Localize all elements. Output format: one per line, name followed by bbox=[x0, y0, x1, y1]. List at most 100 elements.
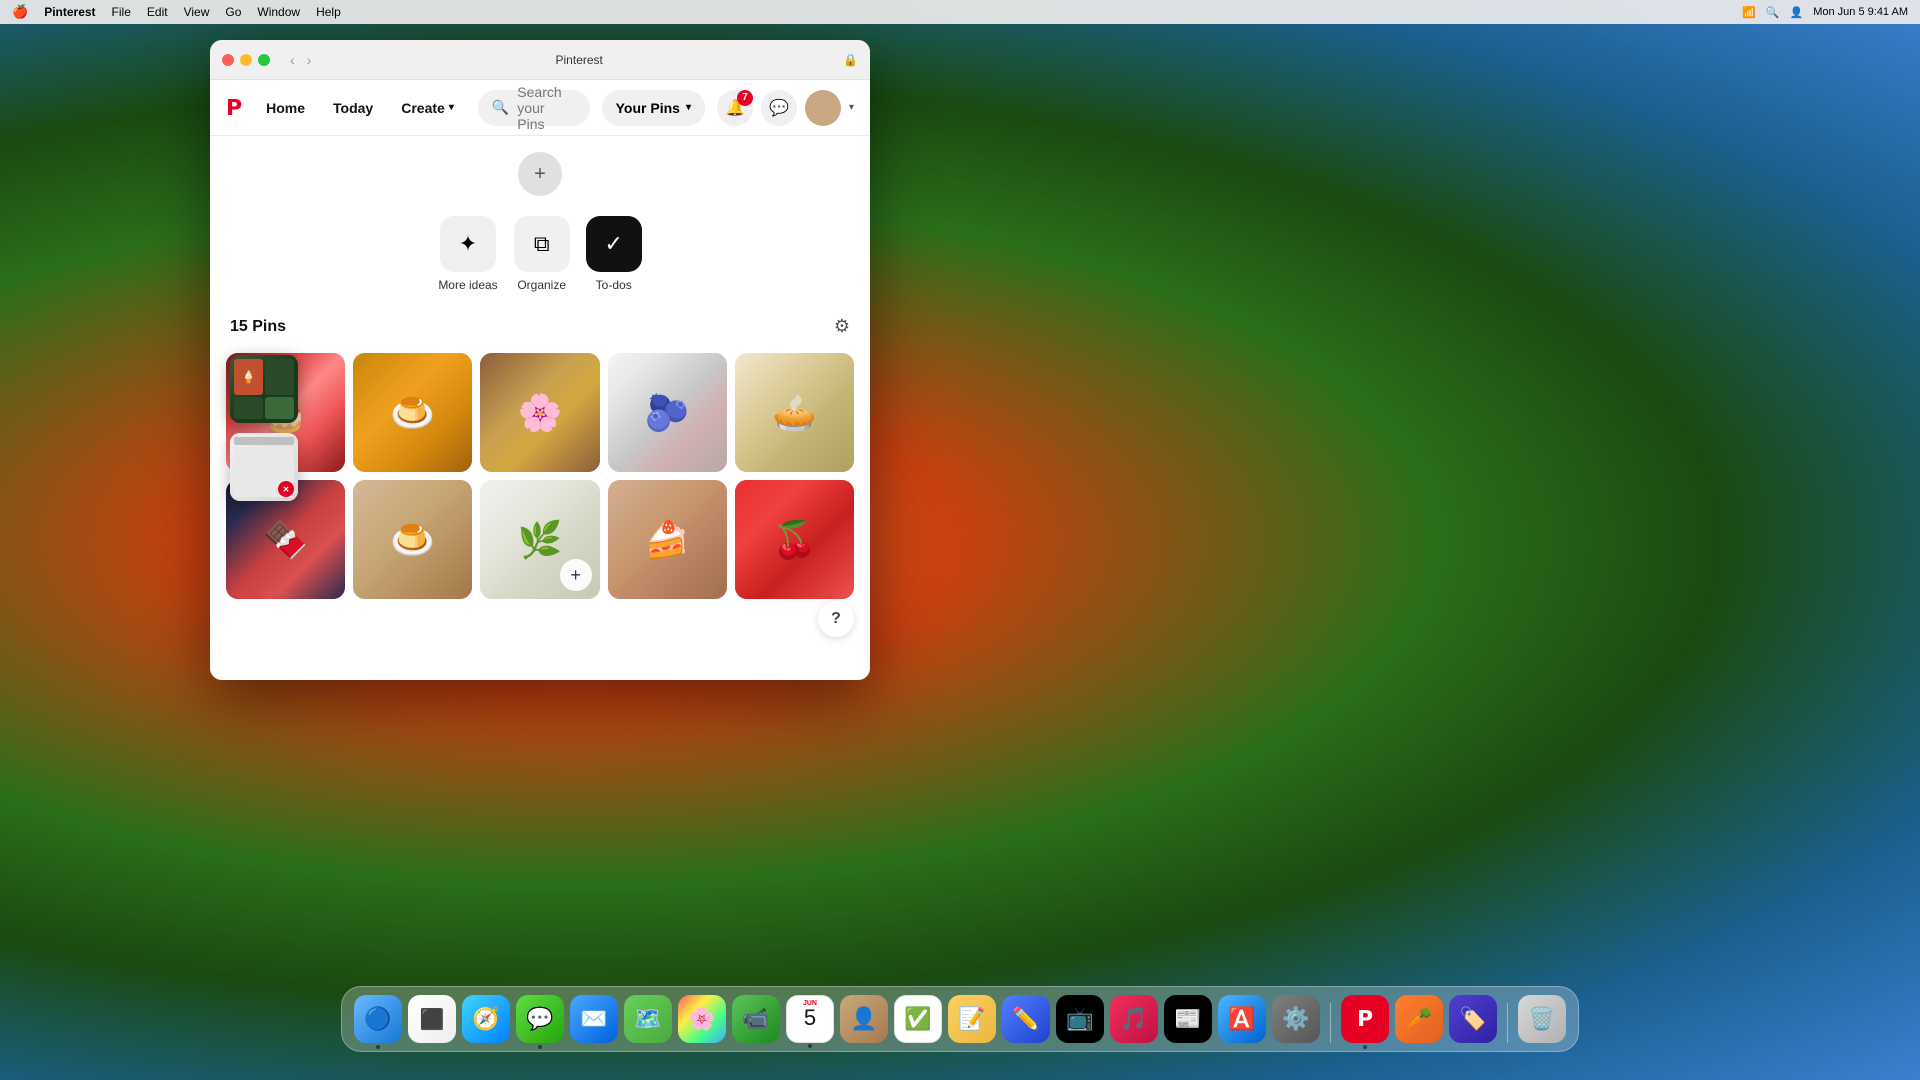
dock-item-pricetag[interactable]: 🏷️ bbox=[1449, 995, 1497, 1043]
menu-view[interactable]: View bbox=[184, 5, 210, 19]
pin-card[interactable]: 🌿 + bbox=[480, 480, 599, 599]
wifi-icon: 📶 bbox=[1742, 6, 1756, 19]
more-ideas-button[interactable]: ✦ bbox=[440, 216, 496, 272]
dock-item-mail[interactable]: ✉️ bbox=[570, 995, 618, 1043]
filter-button[interactable]: ⚙ bbox=[834, 316, 850, 337]
dock-divider-2 bbox=[1507, 1003, 1508, 1043]
clock: Mon Jun 5 9:41 AM bbox=[1813, 6, 1908, 18]
app-preview-2[interactable]: ✕ bbox=[230, 433, 298, 501]
more-ideas-label: More ideas bbox=[438, 278, 497, 292]
pin-card[interactable]: 🥧 bbox=[735, 353, 854, 472]
create-label: Create bbox=[401, 100, 445, 116]
dock-item-music[interactable]: 🎵 bbox=[1110, 995, 1158, 1043]
pin-card[interactable]: 🍰 bbox=[608, 480, 727, 599]
messages-icon: 💬 bbox=[526, 1006, 553, 1032]
search-magnify-icon: 🔍 bbox=[492, 99, 509, 116]
dock-item-messages[interactable]: 💬 bbox=[516, 995, 564, 1043]
dock-item-finder[interactable]: 🔵 bbox=[354, 995, 402, 1043]
dock-item-maps[interactable]: 🗺️ bbox=[624, 995, 672, 1043]
menu-bar-right: 📶 🔍 👤 Mon Jun 5 9:41 AM bbox=[1742, 6, 1908, 19]
pins-count: 15 Pins bbox=[230, 318, 286, 336]
traffic-lights bbox=[222, 54, 270, 66]
safari-icon: 🧭 bbox=[472, 1006, 499, 1032]
add-pin-button[interactable]: + bbox=[518, 152, 562, 196]
messages-dot bbox=[538, 1045, 542, 1049]
create-link[interactable]: Create ▾ bbox=[389, 92, 466, 124]
pinterest-nav: 𝗣 Home Today Create ▾ 🔍 Search your Pins… bbox=[210, 80, 870, 136]
close-button[interactable] bbox=[222, 54, 234, 66]
pin-card[interactable]: 🍒 bbox=[735, 480, 854, 599]
search-bar[interactable]: 🔍 Search your Pins bbox=[478, 90, 590, 126]
user-icon[interactable]: 👤 bbox=[1790, 6, 1804, 19]
organize-button[interactable]: ⧉ bbox=[514, 216, 570, 272]
dock-item-trash[interactable]: 🗑️ bbox=[1518, 995, 1566, 1043]
pin-image-7: 🍮 bbox=[390, 519, 435, 561]
trash-icon: 🗑️ bbox=[1528, 1006, 1555, 1032]
appstore-icon: 🅰️ bbox=[1228, 1006, 1255, 1032]
check-icon: ✓ bbox=[604, 231, 622, 257]
dock-item-reminders[interactable]: ✅ bbox=[894, 995, 942, 1043]
dock-item-contacts[interactable]: 👤 bbox=[840, 995, 888, 1043]
dock-item-syspreferences[interactable]: ⚙️ bbox=[1272, 995, 1320, 1043]
dock-item-facetime[interactable]: 📹 bbox=[732, 995, 780, 1043]
forward-button[interactable]: › bbox=[303, 50, 316, 70]
dock-item-launchpad[interactable]: ⬛ bbox=[408, 995, 456, 1043]
pricetag-icon: 🏷️ bbox=[1459, 1006, 1486, 1032]
maximize-button[interactable] bbox=[258, 54, 270, 66]
dock-item-calendar[interactable]: JUN 5 bbox=[786, 995, 834, 1043]
dock-item-pinterest[interactable]: 𝗣 bbox=[1341, 995, 1389, 1043]
dock-item-safari[interactable]: 🧭 bbox=[462, 995, 510, 1043]
menu-edit[interactable]: Edit bbox=[147, 5, 168, 19]
menu-file[interactable]: File bbox=[112, 5, 131, 19]
chat-icon: 💬 bbox=[769, 98, 789, 118]
app-preview-1[interactable]: 🍦 bbox=[230, 355, 298, 423]
pin-image-6: 🍫 bbox=[263, 519, 308, 561]
chevron-down-icon: ▾ bbox=[449, 102, 454, 113]
calendar-dot bbox=[808, 1044, 812, 1048]
browser-window: ‹ › Pinterest 🔒 𝗣 Home Today Create ▾ 🔍 … bbox=[210, 40, 870, 680]
messages-button[interactable]: 💬 bbox=[761, 90, 797, 126]
dock-item-news[interactable]: 📰 bbox=[1164, 995, 1212, 1043]
plus-icon: + bbox=[570, 565, 581, 586]
dock-item-notes[interactable]: 📝 bbox=[948, 995, 996, 1043]
avatar-button[interactable] bbox=[805, 90, 841, 126]
dock-item-carrot[interactable]: 🥕 bbox=[1395, 995, 1443, 1043]
pin-card[interactable]: 🫐 bbox=[608, 353, 727, 472]
organize-container: ⧉ Organize bbox=[514, 216, 570, 292]
add-pin-overlay-button[interactable]: + bbox=[560, 559, 592, 591]
home-link[interactable]: Home bbox=[254, 92, 317, 124]
menu-go[interactable]: Go bbox=[225, 5, 241, 19]
pin-card[interactable]: 🌸 bbox=[480, 353, 599, 472]
pinterest-logo[interactable]: 𝗣 bbox=[226, 95, 242, 121]
organize-icon: ⧉ bbox=[534, 231, 550, 257]
lock-icon: 🔒 bbox=[843, 53, 858, 67]
app-name[interactable]: Pinterest bbox=[44, 5, 95, 19]
notes-icon: 📝 bbox=[958, 1006, 985, 1032]
dock-item-freeform[interactable]: ✏️ bbox=[1002, 995, 1050, 1043]
pins-grid: 🎂 🍮 🌸 🫐 🥧 🍫 🍮 🌿 bbox=[210, 345, 870, 607]
menu-help[interactable]: Help bbox=[316, 5, 341, 19]
pinterest-dot bbox=[1363, 1045, 1367, 1049]
pinterest-dock-icon: 𝗣 bbox=[1357, 1006, 1373, 1032]
help-button[interactable]: ? bbox=[818, 601, 854, 637]
back-button[interactable]: ‹ bbox=[286, 50, 299, 70]
profile-chevron-icon[interactable]: ▾ bbox=[849, 102, 854, 113]
search-placeholder: Search your Pins bbox=[517, 84, 575, 132]
dock-item-appletv[interactable]: 📺 bbox=[1056, 995, 1104, 1043]
finder-dot bbox=[376, 1045, 380, 1049]
more-ideas-container: ✦ More ideas bbox=[438, 216, 497, 292]
plus-icon: + bbox=[534, 163, 546, 186]
finder-icon: 🔵 bbox=[364, 1006, 391, 1032]
today-link[interactable]: Today bbox=[321, 92, 385, 124]
todos-button[interactable]: ✓ bbox=[586, 216, 642, 272]
dock-item-photos[interactable]: 🌸 bbox=[678, 995, 726, 1043]
notifications-button[interactable]: 🔔 7 bbox=[717, 90, 753, 126]
dock-item-appstore[interactable]: 🅰️ bbox=[1218, 995, 1266, 1043]
pin-card[interactable]: 🍮 bbox=[353, 480, 472, 599]
search-icon[interactable]: 🔍 bbox=[1766, 6, 1780, 19]
apple-logo-icon[interactable]: 🍎 bbox=[12, 4, 28, 20]
menu-window[interactable]: Window bbox=[257, 5, 300, 19]
minimize-button[interactable] bbox=[240, 54, 252, 66]
your-pins-button[interactable]: Your Pins ▾ bbox=[602, 90, 705, 126]
pin-card[interactable]: 🍮 bbox=[353, 353, 472, 472]
